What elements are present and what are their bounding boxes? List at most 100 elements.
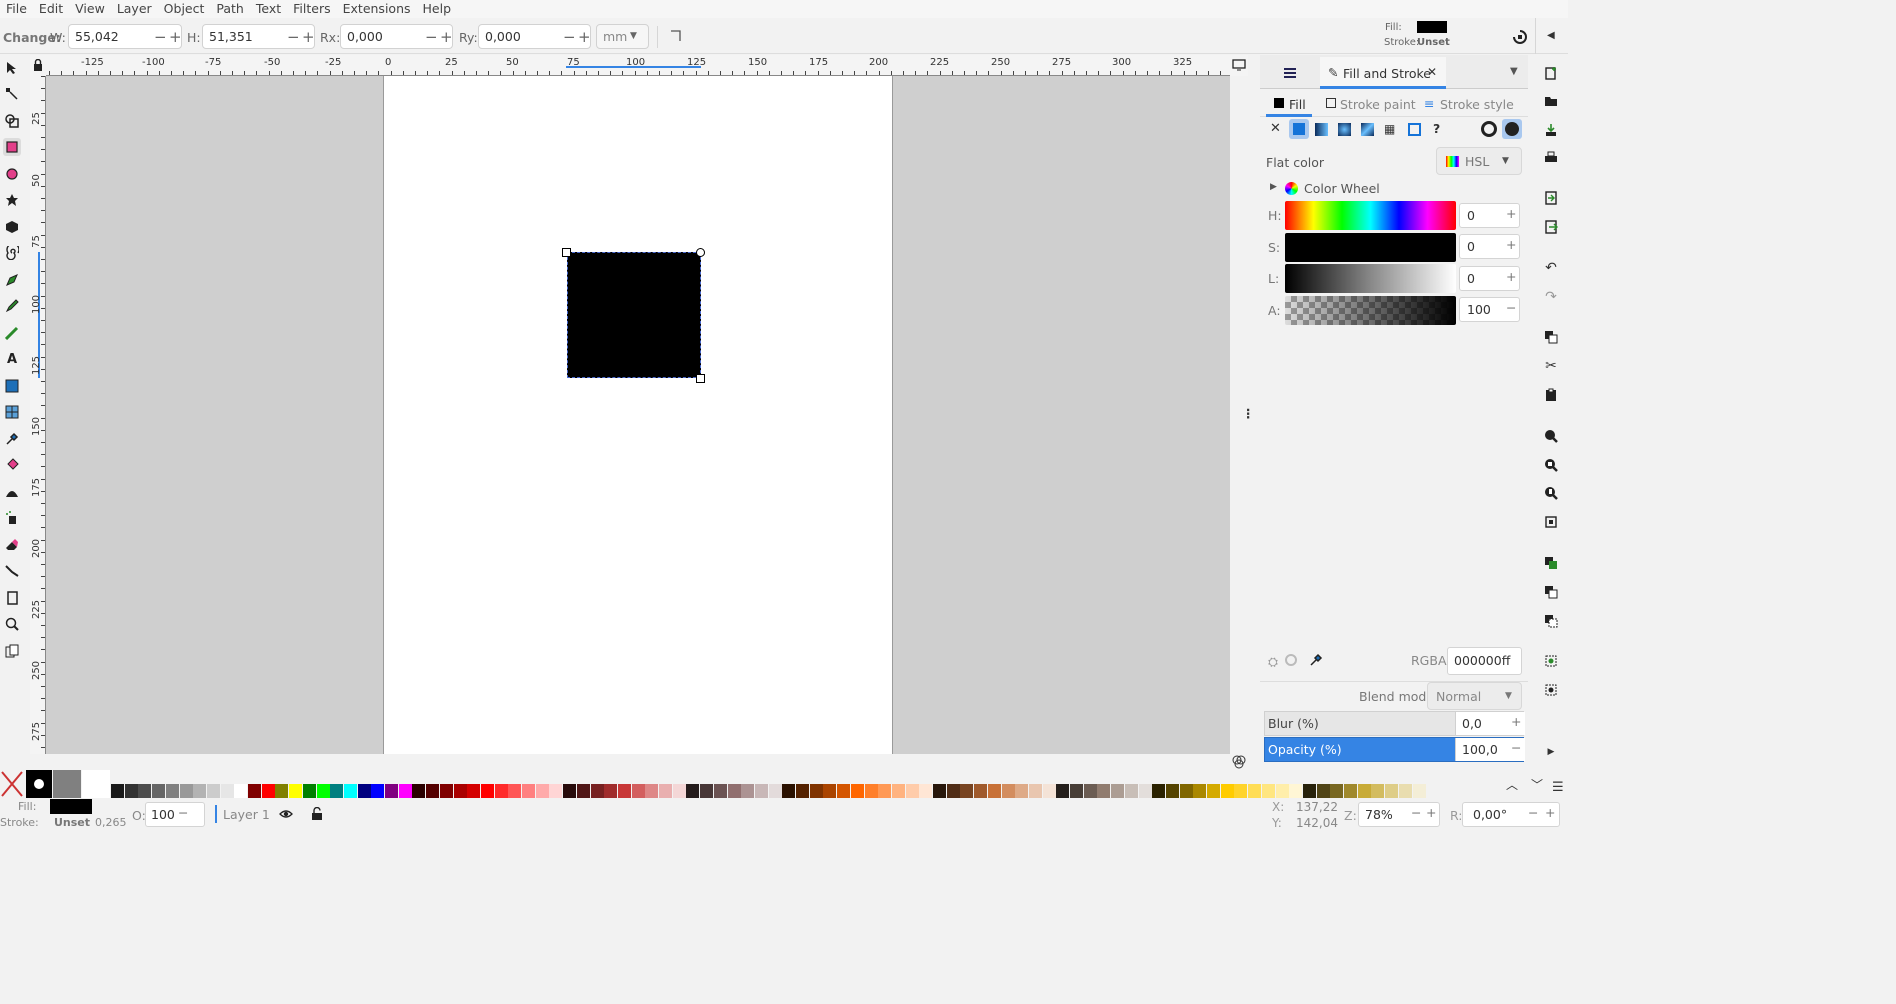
plus-icon[interactable]: + bbox=[1511, 714, 1521, 729]
mesh-tool-icon[interactable] bbox=[3, 403, 21, 421]
palette-swatch[interactable] bbox=[330, 784, 344, 798]
palette-swatch[interactable] bbox=[837, 784, 851, 798]
minus-icon[interactable]: − bbox=[1528, 805, 1538, 820]
chevron-down-icon[interactable]: ▼ bbox=[1510, 66, 1518, 77]
minus-icon[interactable]: − bbox=[563, 28, 576, 46]
palette-swatch[interactable] bbox=[659, 784, 672, 798]
cut-icon[interactable]: ✂ bbox=[1542, 357, 1560, 375]
palette-swatch[interactable] bbox=[823, 784, 837, 798]
palette-swatch[interactable] bbox=[1070, 784, 1083, 798]
ungroup-icon[interactable] bbox=[1542, 681, 1560, 699]
minus-icon[interactable]: − bbox=[178, 805, 188, 820]
tab-fill-and-stroke[interactable]: ✎ Fill and Stroke ✕ bbox=[1320, 57, 1446, 89]
palette-swatch[interactable] bbox=[563, 784, 577, 798]
fill-indicator-swatch[interactable] bbox=[50, 799, 92, 814]
node-tool-icon[interactable] bbox=[3, 85, 21, 103]
plus-icon[interactable]: + bbox=[440, 28, 453, 46]
recent-color-swatch[interactable] bbox=[53, 770, 81, 798]
white-swatch[interactable] bbox=[82, 770, 110, 798]
menu-filters[interactable]: Filters bbox=[287, 0, 336, 17]
pages-tool-icon[interactable] bbox=[3, 589, 21, 607]
resize-handle[interactable] bbox=[696, 374, 705, 383]
plus-icon[interactable]: + bbox=[169, 28, 182, 46]
palette-swatch[interactable] bbox=[1015, 784, 1029, 798]
ry-field[interactable]: 0,000 − + bbox=[478, 24, 591, 49]
star-tool-icon[interactable] bbox=[3, 191, 21, 209]
palette-swatch[interactable] bbox=[549, 784, 563, 798]
palette-swatch[interactable] bbox=[234, 784, 248, 798]
palette-swatch[interactable] bbox=[343, 784, 357, 798]
no-paint-swatch[interactable] bbox=[0, 770, 24, 798]
palette-swatch[interactable] bbox=[617, 784, 631, 798]
stroke-width-value[interactable]: 0,265 bbox=[95, 816, 127, 829]
chevron-right-icon[interactable]: ▶ bbox=[1542, 743, 1560, 761]
palette-swatch[interactable] bbox=[1001, 784, 1015, 798]
subtab-fill[interactable]: Fill bbox=[1266, 93, 1312, 117]
plus-icon[interactable]: + bbox=[1506, 269, 1516, 284]
menu-help[interactable]: Help bbox=[417, 0, 458, 17]
rx-field[interactable]: 0,000 − + bbox=[340, 24, 453, 49]
subtab-stroke-style[interactable]: ≡ Stroke style bbox=[1422, 93, 1522, 117]
zoom-drawing-icon[interactable] bbox=[1542, 456, 1560, 474]
connector-tool-icon[interactable] bbox=[3, 562, 21, 580]
pattern-icon[interactable]: ▦ bbox=[1384, 123, 1395, 136]
palette-swatch[interactable] bbox=[1412, 784, 1426, 798]
palette-swatch[interactable] bbox=[576, 784, 590, 798]
color-wheel-expander[interactable]: ▶ Color Wheel bbox=[1266, 181, 1526, 201]
palette-swatch[interactable] bbox=[111, 784, 124, 798]
palette-swatch[interactable] bbox=[138, 784, 152, 798]
eraser-tool-icon[interactable] bbox=[3, 536, 21, 554]
palette-swatch[interactable] bbox=[275, 784, 289, 798]
palette-swatch[interactable] bbox=[1193, 784, 1207, 798]
blur-field[interactable]: 0,0 + bbox=[1455, 712, 1525, 735]
plus-icon[interactable]: + bbox=[578, 28, 591, 46]
palette-swatch[interactable] bbox=[754, 784, 768, 798]
palette-swatch[interactable] bbox=[220, 784, 234, 798]
group-icon[interactable] bbox=[1542, 652, 1560, 670]
blend-mode-select[interactable]: Normal ▼ bbox=[1427, 682, 1522, 710]
menu-extensions[interactable]: Extensions bbox=[337, 0, 417, 17]
alpha-field[interactable]: 100− bbox=[1459, 297, 1520, 322]
palette-swatch[interactable] bbox=[357, 784, 371, 798]
palette-swatch[interactable] bbox=[316, 784, 330, 798]
redo-icon[interactable]: ↷ bbox=[1542, 288, 1560, 306]
color-mode-select[interactable]: HSL ▼ bbox=[1436, 147, 1522, 175]
minus-icon[interactable]: − bbox=[154, 28, 167, 46]
palette-swatch[interactable] bbox=[1371, 784, 1385, 798]
palette-swatch[interactable] bbox=[248, 784, 261, 798]
dock-handle-icon[interactable]: ⋮ bbox=[1242, 406, 1255, 421]
hue-field[interactable]: 0 + bbox=[1459, 203, 1520, 228]
palette-swatch[interactable] bbox=[453, 784, 467, 798]
palette-swatch[interactable] bbox=[782, 784, 796, 798]
hue-slider[interactable] bbox=[1285, 201, 1456, 230]
palette-swatch[interactable] bbox=[686, 784, 700, 798]
palette-swatch[interactable] bbox=[1124, 784, 1138, 798]
import-icon[interactable] bbox=[1542, 189, 1560, 207]
spray-tool-icon[interactable] bbox=[3, 509, 21, 527]
save-icon[interactable] bbox=[1542, 121, 1560, 139]
palette-swatch[interactable] bbox=[1316, 784, 1330, 798]
palette-swatch[interactable] bbox=[412, 784, 426, 798]
clone-icon[interactable] bbox=[1542, 583, 1560, 601]
minus-icon[interactable]: − bbox=[1411, 805, 1421, 820]
print-icon[interactable] bbox=[1542, 149, 1560, 167]
palette-swatch[interactable] bbox=[864, 784, 878, 798]
lightness-slider[interactable] bbox=[1285, 264, 1456, 293]
swatch-icon[interactable] bbox=[1408, 123, 1421, 136]
3d-box-tool-icon[interactable] bbox=[3, 218, 21, 236]
palette-swatch[interactable] bbox=[1042, 784, 1056, 798]
palette-swatch[interactable] bbox=[535, 784, 549, 798]
stroke-indicator-value[interactable]: Unset bbox=[54, 816, 90, 829]
palette-swatch[interactable] bbox=[850, 784, 864, 798]
pen-tool-icon[interactable] bbox=[3, 271, 21, 289]
menu-layer[interactable]: Layer bbox=[111, 0, 158, 17]
palette-swatch[interactable] bbox=[1248, 784, 1262, 798]
palette-menu-icon[interactable]: ☰ bbox=[1552, 780, 1564, 795]
menu-view[interactable]: View bbox=[69, 0, 111, 17]
subtab-stroke-paint[interactable]: Stroke paint bbox=[1324, 93, 1424, 117]
palette-swatch[interactable] bbox=[165, 784, 179, 798]
new-document-icon[interactable] bbox=[1542, 64, 1560, 82]
measure-tool-icon[interactable] bbox=[3, 642, 21, 660]
palette-swatch[interactable] bbox=[302, 784, 316, 798]
eye-icon[interactable] bbox=[279, 808, 293, 823]
